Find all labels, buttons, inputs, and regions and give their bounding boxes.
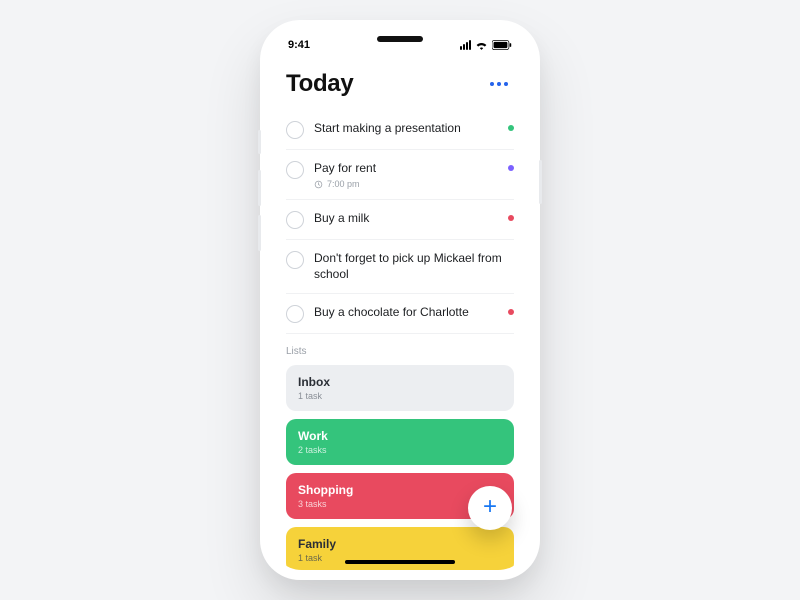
task-row[interactable]: Pay for rent 7:00 pm [286, 150, 514, 200]
clock-icon [314, 180, 323, 189]
mute-switch [258, 130, 261, 154]
status-time: 9:41 [288, 39, 310, 51]
add-button[interactable]: + [468, 486, 512, 530]
volume-down [258, 215, 261, 251]
task-tag-dot [508, 215, 514, 221]
notch [340, 30, 460, 54]
task-row[interactable]: Buy a milk [286, 200, 514, 240]
power-button [539, 160, 542, 204]
status-icons [460, 40, 512, 50]
task-title: Buy a chocolate for Charlotte [314, 304, 498, 320]
lists-section-label: Lists [286, 346, 514, 357]
phone-screen: 9:41 Today [270, 30, 530, 570]
cellular-icon [460, 40, 471, 50]
list-sub: 2 tasks [298, 445, 502, 455]
task-checkbox[interactable] [286, 211, 304, 229]
task-checkbox[interactable] [286, 121, 304, 139]
task-checkbox[interactable] [286, 161, 304, 179]
battery-icon [492, 40, 512, 50]
task-time: 7:00 pm [314, 179, 498, 189]
more-button[interactable] [484, 76, 514, 92]
task-checkbox[interactable] [286, 305, 304, 323]
task-tag-dot [508, 125, 514, 131]
plus-icon: + [483, 495, 497, 519]
list-name: Family [298, 537, 502, 551]
list-sub: 1 task [298, 391, 502, 401]
header: Today [286, 66, 514, 110]
list-name: Work [298, 429, 502, 443]
task-title: Don't forget to pick up Mickael from sch… [314, 250, 514, 282]
page-title: Today [286, 70, 353, 98]
wifi-icon [475, 40, 488, 50]
task-tag-dot [508, 165, 514, 171]
task-row[interactable]: Start making a presentation [286, 110, 514, 150]
list-card-work[interactable]: Work 2 tasks [286, 419, 514, 465]
phone-frame: 9:41 Today [260, 20, 540, 580]
more-icon [490, 82, 494, 86]
volume-up [258, 170, 261, 206]
task-tag-dot [508, 309, 514, 315]
list-name: Inbox [298, 375, 502, 389]
task-row[interactable]: Don't forget to pick up Mickael from sch… [286, 240, 514, 293]
home-indicator[interactable] [345, 560, 455, 564]
task-checkbox[interactable] [286, 251, 304, 269]
list-card-inbox[interactable]: Inbox 1 task [286, 365, 514, 411]
task-row[interactable]: Buy a chocolate for Charlotte [286, 294, 514, 334]
task-title: Pay for rent [314, 160, 498, 176]
task-title: Buy a milk [314, 210, 498, 226]
task-title: Start making a presentation [314, 120, 498, 136]
